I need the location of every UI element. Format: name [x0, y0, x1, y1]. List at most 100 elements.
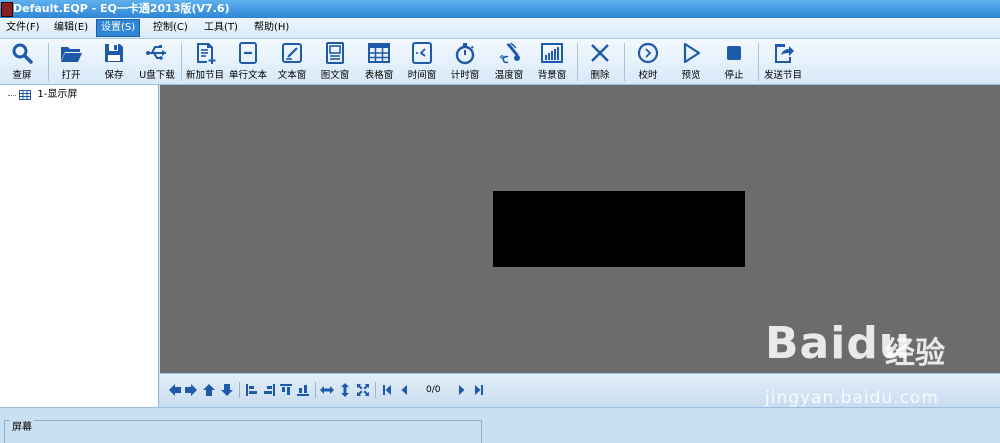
page-indicator: 0/0: [426, 385, 441, 395]
clock-sync-icon: [637, 42, 659, 64]
thermometer-icon: [500, 42, 520, 64]
usb-download-label: U盘下载: [139, 70, 175, 81]
single-line-text-label: 单行文本: [228, 70, 267, 81]
table-window-button[interactable]: 表格窗: [357, 41, 401, 83]
first-page-button[interactable]: [380, 383, 394, 397]
prev-page-button[interactable]: [398, 383, 412, 397]
fit-screen-button[interactable]: [356, 383, 370, 397]
next-page-icon: [459, 385, 465, 395]
clock-icon: [412, 42, 432, 64]
move-left-button[interactable]: [168, 383, 182, 397]
folder-open-icon: [61, 47, 82, 62]
menu-help[interactable]: 帮助(H): [250, 20, 293, 36]
editing-canvas[interactable]: [160, 85, 1000, 373]
stopwatch-icon: [455, 43, 475, 65]
time-window-label: 时间窗: [407, 70, 437, 81]
align-bottom-button[interactable]: [296, 383, 310, 397]
arrow-right-icon: [185, 384, 197, 396]
delete-label: 删除: [590, 70, 610, 81]
play-icon: [683, 42, 701, 64]
first-page-icon: [383, 385, 391, 395]
save-label: 保存: [104, 70, 124, 81]
stretch-horizontal-button[interactable]: [320, 383, 334, 397]
calibrate-time-label: 校时: [638, 70, 658, 81]
send-program-label: 发送节目: [763, 70, 802, 81]
new-program-button[interactable]: 新加节目: [183, 41, 227, 83]
preview-button[interactable]: 预览: [669, 41, 713, 83]
new-document-icon: [197, 43, 216, 64]
align-right-button[interactable]: [262, 383, 276, 397]
arrow-left-icon: [169, 384, 181, 396]
tree-node-label: 1-显示屏: [37, 89, 78, 100]
image-text-window-button[interactable]: 图文窗: [313, 41, 357, 83]
text-window-button[interactable]: 文本窗: [270, 41, 314, 83]
background-window-button[interactable]: 背景窗: [530, 41, 574, 83]
align-left-button[interactable]: [245, 383, 259, 397]
picture-text-icon: [326, 42, 344, 64]
align-bottom-icon: [297, 385, 309, 396]
stretch-vertical-button[interactable]: [338, 383, 352, 397]
timer-window-label: 计时窗: [450, 70, 480, 81]
tree-connector: [8, 94, 16, 96]
move-down-button[interactable]: [220, 383, 234, 397]
screen-groupbox: [4, 420, 482, 443]
move-right-button[interactable]: [184, 383, 198, 397]
last-page-icon: [475, 385, 483, 395]
stop-icon: [727, 46, 741, 60]
align-top-button[interactable]: [279, 383, 293, 397]
menu-file[interactable]: 文件(F): [2, 20, 44, 36]
stretch-vertical-icon: [341, 383, 349, 397]
send-program-button[interactable]: 发送节目: [760, 41, 806, 83]
align-left-icon: [246, 384, 257, 396]
x-icon: [591, 44, 609, 62]
align-top-icon: [280, 384, 292, 395]
align-right-icon: [264, 384, 275, 396]
toolbar-separator: [624, 43, 625, 81]
layout-separator: [239, 382, 240, 398]
background-window-label: 背景窗: [537, 70, 567, 81]
time-window-button[interactable]: 时间窗: [400, 41, 444, 83]
fit-icon: [357, 384, 369, 396]
text-edit-icon: [282, 43, 302, 63]
toolbar-separator: [181, 43, 182, 81]
prev-page-icon: [401, 385, 407, 395]
arrow-down-icon: [221, 384, 233, 396]
menu-settings[interactable]: 设置(S): [96, 19, 141, 37]
save-button[interactable]: 保存: [92, 41, 136, 83]
image-text-window-label: 图文窗: [320, 70, 350, 81]
temperature-window-button[interactable]: 温度窗: [487, 41, 531, 83]
text-window-label: 文本窗: [277, 70, 307, 81]
usb-download-button[interactable]: U盘下载: [135, 41, 179, 83]
layout-toolbar: 0/0: [160, 373, 1000, 408]
stretch-horizontal-icon: [320, 386, 334, 394]
open-button[interactable]: 打开: [49, 41, 93, 83]
menu-control[interactable]: 控制(C): [149, 20, 192, 36]
screen-group-title: 屏幕: [10, 418, 34, 433]
next-page-button[interactable]: [454, 383, 468, 397]
properties-panel: 屏幕: [0, 407, 1000, 443]
single-line-text-button[interactable]: 单行文本: [226, 41, 270, 83]
single-line-text-icon: [239, 42, 257, 64]
stop-label: 停止: [724, 70, 744, 81]
display-screen-area[interactable]: [493, 191, 745, 267]
last-page-button[interactable]: [472, 383, 486, 397]
open-label: 打开: [61, 70, 81, 81]
calibrate-time-button[interactable]: 校时: [626, 41, 670, 83]
toolbar-separator: [758, 43, 759, 81]
main-toolbar: 查屏 打开 保存 U盘下载 新加节目 单行文本 文本窗 图文窗 表格窗 时间窗 …: [0, 39, 1000, 85]
background-chart-icon: [541, 43, 563, 63]
screen-grid-icon: [19, 90, 32, 100]
menu-edit[interactable]: 编辑(E): [50, 20, 92, 36]
search-screen-button[interactable]: 查屏: [0, 41, 44, 83]
tree-node-display-screen[interactable]: 1-显示屏: [8, 88, 77, 102]
menu-tools[interactable]: 工具(T): [200, 20, 242, 36]
move-up-button[interactable]: [202, 383, 216, 397]
layout-separator: [315, 382, 316, 398]
timer-window-button[interactable]: 计时窗: [443, 41, 487, 83]
layout-separator: [375, 382, 376, 398]
preview-label: 预览: [681, 70, 701, 81]
magnifier-icon: [12, 43, 33, 64]
stop-button[interactable]: 停止: [712, 41, 756, 83]
delete-button[interactable]: 删除: [578, 41, 622, 83]
window-title: Default.EQP - EQ一卡通2013版(V7.6): [13, 2, 230, 15]
